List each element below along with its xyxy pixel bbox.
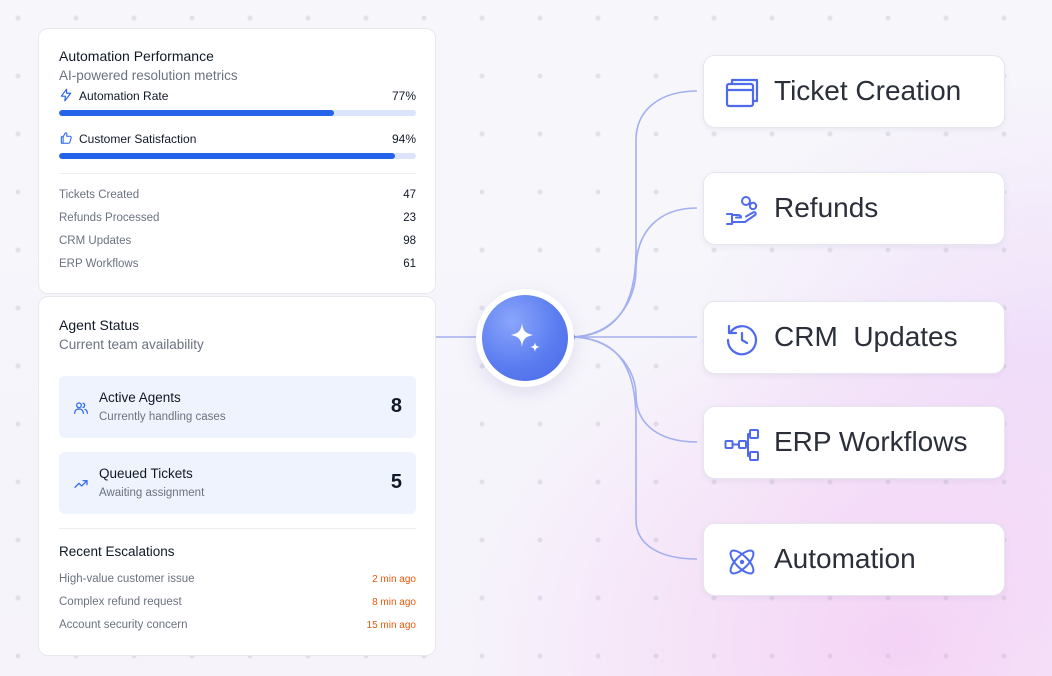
stat-row-erp-workflows: ERP Workflows 61: [59, 258, 416, 270]
stat-label: CRM Updates: [59, 235, 132, 247]
connector-hub-to-ticket-creation: [569, 90, 698, 338]
destination-label: CRM Updates: [774, 321, 958, 352]
agent-box-count: 5: [390, 471, 402, 493]
escalation-label: Complex refund request: [59, 596, 182, 608]
active-agents-box[interactable]: Active Agents Currently handling cases 8: [59, 376, 416, 438]
lightning-icon: [60, 88, 72, 102]
destination-label: Automation: [774, 543, 916, 574]
trending-up-icon: [74, 480, 88, 488]
metric-value: 94%: [391, 132, 416, 146]
stat-value: 61: [403, 258, 416, 270]
escalation-label: High-value customer issue: [59, 573, 195, 585]
metric-value: 77%: [391, 89, 416, 103]
metric-label: Customer Satisfaction: [79, 132, 197, 146]
clock-refresh-icon: [726, 324, 758, 356]
hand-coins-icon: [726, 196, 758, 225]
destination-automation[interactable]: Automation: [703, 523, 1005, 596]
stat-value: 47: [403, 189, 416, 201]
agent-status-card: Agent Status Current team availability A…: [38, 296, 436, 656]
escalation-time: 2 min ago: [372, 574, 416, 585]
stat-value: 98: [403, 235, 416, 247]
metric-label: Automation Rate: [79, 89, 169, 103]
destination-erp-workflows[interactable]: ERP Workflows: [703, 406, 1005, 479]
stat-label: Refunds Processed: [59, 212, 160, 224]
agent-box-subtitle: Currently handling cases: [99, 411, 226, 423]
agent-box-count: 8: [390, 395, 402, 417]
automation-rate-bar-fill: [59, 110, 334, 116]
escalation-time: 15 min ago: [366, 620, 416, 631]
stat-row-crm-updates: CRM Updates 98: [59, 235, 416, 247]
agent-box-title: Active Agents: [99, 390, 181, 405]
destination-label: Refunds: [774, 192, 879, 223]
divider: [59, 173, 416, 174]
stat-label: ERP Workflows: [59, 258, 139, 270]
performance-title: Automation Performance: [59, 48, 214, 64]
destination-label: ERP Workflows: [774, 426, 968, 457]
agent-status-subtitle: Current team availability: [59, 337, 204, 352]
destination-ticket-creation[interactable]: Ticket Creation: [703, 55, 1005, 128]
stat-row-tickets-created: Tickets Created 47: [59, 189, 416, 201]
ai-hub[interactable]: [476, 289, 574, 387]
divider: [59, 528, 416, 529]
escalation-item[interactable]: Complex refund request 8 min ago: [59, 596, 416, 608]
metric-customer-satisfaction: Customer Satisfaction 94%: [59, 131, 416, 147]
escalation-item[interactable]: High-value customer issue 2 min ago: [59, 573, 416, 585]
metric-automation-rate: Automation Rate 77%: [59, 88, 416, 104]
stat-value: 23: [403, 212, 416, 224]
recent-escalations-title: Recent Escalations: [59, 544, 175, 559]
escalation-item[interactable]: Account security concern 15 min ago: [59, 619, 416, 631]
agent-box-title: Queued Tickets: [99, 466, 193, 481]
customer-satisfaction-bar: [59, 153, 416, 159]
connector-hub-to-automation: [569, 336, 698, 560]
destination-label: Ticket Creation: [774, 75, 962, 106]
atom-icon: [729, 549, 755, 575]
users-icon: [74, 402, 88, 414]
ai-hub-core: [482, 295, 568, 381]
window-icon: [725, 78, 759, 108]
agent-box-subtitle: Awaiting assignment: [99, 487, 205, 499]
queued-tickets-box[interactable]: Queued Tickets Awaiting assignment 5: [59, 452, 416, 514]
agent-status-title: Agent Status: [59, 317, 140, 333]
automation-rate-bar: [59, 110, 416, 116]
customer-satisfaction-bar-fill: [59, 153, 395, 159]
destination-crm-updates[interactable]: CRM Updates: [703, 301, 1005, 374]
automation-performance-card: Automation Performance AI-powered resolu…: [38, 28, 436, 294]
performance-subtitle: AI-powered resolution metrics: [59, 68, 238, 83]
destination-refunds[interactable]: Refunds: [703, 172, 1005, 245]
stat-label: Tickets Created: [59, 189, 140, 201]
stat-row-refunds-processed: Refunds Processed 23: [59, 212, 416, 224]
escalation-time: 8 min ago: [372, 597, 416, 608]
connector-hub-to-refunds: [569, 207, 698, 338]
escalation-label: Account security concern: [59, 619, 188, 631]
workflow-icon: [724, 429, 759, 461]
sparkle-icon: [511, 323, 540, 352]
thumbs-up-icon: [60, 132, 72, 144]
